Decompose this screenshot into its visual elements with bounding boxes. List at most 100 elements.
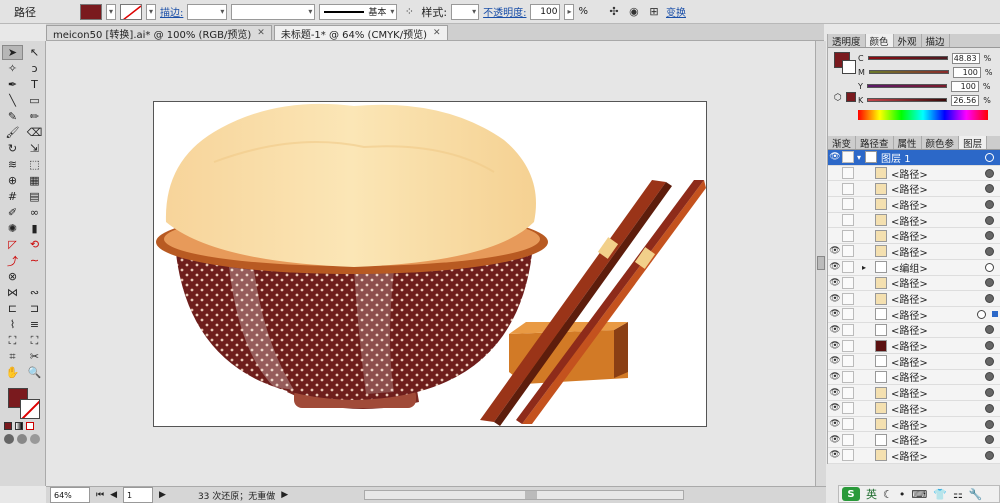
lasso-tool-icon[interactable]: ↄ xyxy=(24,61,45,76)
eyedropper-tool-icon[interactable]: ✐ xyxy=(2,205,23,220)
stroke-link[interactable]: 描边: xyxy=(160,4,183,19)
pen-tool-icon[interactable]: ✒ xyxy=(2,77,23,92)
value-y[interactable]: 100 xyxy=(950,80,979,92)
perspective-grid-tool-icon[interactable]: ▦ xyxy=(24,173,45,188)
rectangle-tool-icon[interactable]: ▭ xyxy=(24,93,45,108)
tab-appearance[interactable]: 外观 xyxy=(894,34,922,48)
item-name[interactable]: <路径> xyxy=(891,369,985,384)
blend-tool-icon[interactable]: ∞ xyxy=(24,205,45,220)
target-icon[interactable] xyxy=(985,262,994,272)
lock-toggle[interactable] xyxy=(842,370,854,383)
symbol-sprayer-tool-icon[interactable]: ✺ xyxy=(2,221,23,236)
punctuation-moon-icon[interactable]: ☾ xyxy=(883,488,893,501)
close-icon[interactable]: ✕ xyxy=(257,28,265,38)
layer-item[interactable]: 👁 <路径> xyxy=(828,370,1000,386)
target-icon[interactable] xyxy=(985,168,994,178)
fill-swatch[interactable] xyxy=(80,3,102,20)
last-color-chip[interactable] xyxy=(846,92,856,102)
opacity-link[interactable]: 不透明度: xyxy=(483,4,526,19)
free-transform-tool-icon[interactable]: ⬚ xyxy=(24,157,45,172)
stroke-color-box[interactable] xyxy=(20,399,40,419)
visibility-eye-icon[interactable]: 👁 xyxy=(828,403,842,413)
layer-item[interactable]: 👁 <路径> xyxy=(828,401,1000,417)
visibility-eye-icon[interactable]: 👁 xyxy=(828,294,842,304)
close-icon[interactable]: ✕ xyxy=(433,28,441,38)
visibility-eye-icon[interactable]: 👁 xyxy=(828,388,842,398)
layer-item[interactable]: 👁 <路径> xyxy=(828,338,1000,354)
color-spectrum[interactable] xyxy=(858,110,988,120)
fill-dropdown[interactable]: ▾ xyxy=(106,3,116,20)
visibility-eye-icon[interactable]: 👁 xyxy=(828,246,842,256)
slice-tool-icon[interactable]: ⟲ xyxy=(24,237,45,252)
lock-toggle[interactable] xyxy=(842,355,854,368)
lock-toggle[interactable] xyxy=(842,229,854,242)
layer-item[interactable]: 👁 <路径> xyxy=(828,385,1000,401)
target-icon[interactable] xyxy=(985,184,994,194)
layer-item[interactable]: <路径> xyxy=(828,181,1000,198)
target-icon[interactable] xyxy=(985,231,994,241)
target-icon[interactable] xyxy=(985,215,994,225)
stroke-color-chip[interactable] xyxy=(842,60,856,74)
scallop-tool-icon[interactable]: ⌇ xyxy=(2,317,23,332)
globe-icon[interactable]: ◉ xyxy=(626,4,642,20)
eraser-tool-icon[interactable]: ⌫ xyxy=(24,125,45,140)
sogou-logo-icon[interactable]: S xyxy=(842,487,860,501)
lock-toggle[interactable] xyxy=(842,245,854,258)
layer-item[interactable]: 👁 ▸ <编组> xyxy=(828,260,1000,276)
visibility-eye-icon[interactable]: 👁 xyxy=(828,325,842,335)
item-name[interactable]: <编组> xyxy=(891,260,985,275)
rice-bowl-artwork[interactable] xyxy=(154,102,708,428)
layer-item[interactable]: 👁 <路径> xyxy=(828,307,1000,323)
target-icon[interactable] xyxy=(985,419,994,429)
tab-attributes[interactable]: 属性 xyxy=(894,136,922,150)
tab-color[interactable]: 颜色 xyxy=(865,34,894,48)
target-icon[interactable] xyxy=(985,199,994,209)
keyboard-icon[interactable]: ⌨ xyxy=(911,488,927,501)
lock-toggle[interactable] xyxy=(842,261,854,274)
tab-gradient[interactable]: 渐变 xyxy=(828,136,857,150)
target-icon[interactable] xyxy=(985,450,994,460)
item-name[interactable]: <路径> xyxy=(891,291,985,306)
stroke-weight-field[interactable]: ▾ xyxy=(187,3,228,20)
style-dropdown[interactable]: ▾ xyxy=(451,3,480,20)
symbol-icon[interactable]: ⁘ xyxy=(401,4,417,20)
rotate-tool-icon[interactable]: ↻ xyxy=(2,141,23,156)
column-graph-tool-icon[interactable]: ▮ xyxy=(24,221,45,236)
item-name[interactable]: <路径> xyxy=(891,228,985,243)
item-name[interactable]: <路径> xyxy=(891,197,985,212)
slider-y[interactable] xyxy=(866,84,947,88)
tab-stroke[interactable]: 描边 xyxy=(922,34,950,48)
tab-pathfinder[interactable]: 路径查 xyxy=(856,136,894,150)
visibility-eye-icon[interactable]: 👁 xyxy=(828,419,842,429)
add-anchor-tool-icon[interactable]: ⤴ xyxy=(2,253,23,268)
scrollbar-thumb[interactable] xyxy=(525,491,538,499)
gradient-tool-icon[interactable]: ▤ xyxy=(24,189,45,204)
tab-meicon50[interactable]: meicon50 [转换].ai* @ 100% (RGB/预览) ✕ xyxy=(46,25,272,41)
visibility-eye-icon[interactable]: 👁 xyxy=(828,262,842,272)
target-tool-icon[interactable]: ⊗ xyxy=(2,269,23,284)
convert-anchor-tool-icon[interactable]: ∼ xyxy=(24,253,45,268)
layer-item[interactable]: 👁 <路径> xyxy=(828,354,1000,370)
target-icon[interactable] xyxy=(985,294,994,304)
shape-builder-tool-icon[interactable]: ⊕ xyxy=(2,173,23,188)
target-icon[interactable] xyxy=(977,309,986,319)
fullwidth-icon[interactable]: • xyxy=(899,488,906,501)
twirl-tool-icon[interactable]: ∾ xyxy=(24,285,45,300)
lock-toggle[interactable] xyxy=(842,386,854,399)
opacity-dropdown[interactable]: ▸ xyxy=(564,3,575,20)
variable-width-dropdown[interactable]: ▾ xyxy=(231,3,316,20)
item-name[interactable]: <路径> xyxy=(891,354,985,369)
layer-item[interactable]: <路径> xyxy=(828,228,1000,245)
transform-link[interactable]: 变换 xyxy=(666,4,686,19)
opacity-field[interactable]: 100 xyxy=(530,3,561,20)
layer-item[interactable]: 👁 <路径> xyxy=(828,276,1000,292)
target-icon[interactable] xyxy=(985,278,994,288)
stroke-swatch[interactable] xyxy=(120,3,142,20)
layer-name[interactable]: 图层 1 xyxy=(881,150,985,165)
zoom-tool-icon[interactable]: 🔍 xyxy=(24,365,45,380)
item-name[interactable]: <路径> xyxy=(891,448,985,463)
value-c[interactable]: 48.83 xyxy=(951,52,980,64)
slider-m[interactable] xyxy=(868,70,949,74)
visibility-eye-icon[interactable]: 👁 xyxy=(828,356,842,366)
target-icon[interactable] xyxy=(985,246,994,256)
